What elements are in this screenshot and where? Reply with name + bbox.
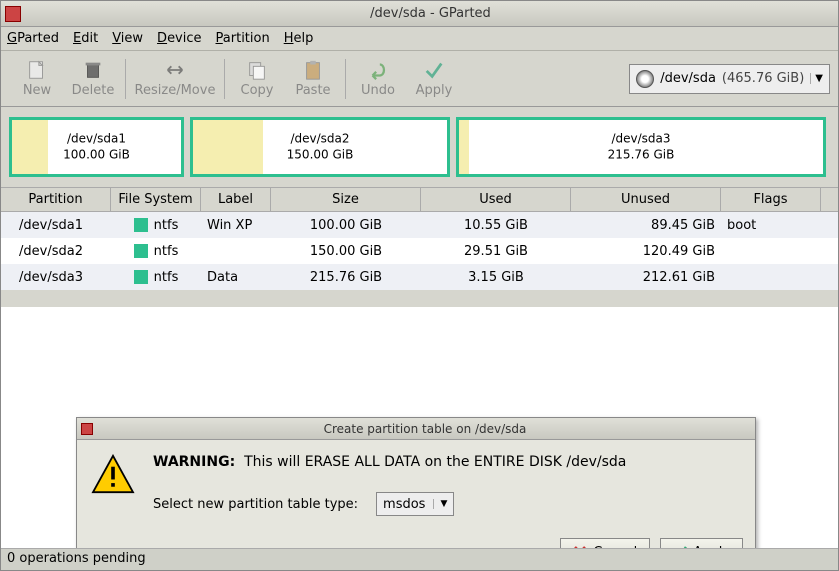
table-row[interactable]: /dev/sda3ntfsData215.76 GiB3.15 GiB212.6… <box>1 264 838 290</box>
col-unused[interactable]: Unused <box>571 188 721 211</box>
used-region <box>193 120 263 174</box>
col-filesystem[interactable]: File System <box>111 188 201 211</box>
cell-label: Win XP <box>201 218 271 233</box>
fs-swatch <box>134 218 148 232</box>
cell-filesystem: ntfs <box>111 244 201 259</box>
partition-block-label: /dev/sda3215.76 GiB <box>608 131 675 162</box>
separator <box>224 59 225 99</box>
toolbar: New Delete Resize/Move Copy Paste Undo A… <box>1 51 838 107</box>
status-text: 0 operations pending <box>7 551 146 566</box>
cell-size: 100.00 GiB <box>271 218 421 233</box>
partition-table-type-select[interactable]: msdos ▼ <box>376 492 454 516</box>
used-region <box>459 120 469 174</box>
window-title: /dev/sda - GParted <box>27 6 834 21</box>
cell-used: 3.15 GiB <box>421 270 571 285</box>
cell-unused: 120.49 GiB <box>571 244 721 259</box>
separator <box>125 59 126 99</box>
main-titlebar: /dev/sda - GParted <box>1 1 838 27</box>
col-partition[interactable]: Partition <box>1 188 111 211</box>
apply-button[interactable]: Apply <box>406 55 462 103</box>
cell-flags: boot <box>721 218 821 233</box>
cell-size: 215.76 GiB <box>271 270 421 285</box>
menu-view[interactable]: View <box>112 31 143 46</box>
chevron-down-icon: ▼ <box>810 73 823 84</box>
partition-block-label: /dev/sda1100.00 GiB <box>63 131 130 162</box>
new-button[interactable]: New <box>9 55 65 103</box>
cell-used: 10.55 GiB <box>421 218 571 233</box>
used-region <box>12 120 48 174</box>
resize-button[interactable]: Resize/Move <box>130 55 220 103</box>
undo-button[interactable]: Undo <box>350 55 406 103</box>
app-icon <box>5 6 21 22</box>
warning-icon <box>91 454 135 494</box>
status-bar: 0 operations pending <box>1 548 838 570</box>
paste-button[interactable]: Paste <box>285 55 341 103</box>
cell-filesystem: ntfs <box>111 270 201 285</box>
partition-map: /dev/sda1100.00 GiB/dev/sda2150.00 GiB/d… <box>1 107 838 187</box>
device-selector[interactable]: /dev/sda (465.76 GiB) ▼ <box>629 64 830 94</box>
separator <box>345 59 346 99</box>
cell-size: 150.00 GiB <box>271 244 421 259</box>
cell-unused: 212.61 GiB <box>571 270 721 285</box>
paste-icon <box>302 59 324 81</box>
copy-button[interactable]: Copy <box>229 55 285 103</box>
fs-swatch <box>134 270 148 284</box>
partition-list: /dev/sda1ntfsWin XP100.00 GiB10.55 GiB89… <box>1 212 838 290</box>
chevron-down-icon: ▼ <box>433 499 447 509</box>
warning-text: WARNING: This will ERASE ALL DATA on the… <box>153 454 737 470</box>
partition-block-label: /dev/sda2150.00 GiB <box>287 131 354 162</box>
copy-icon <box>246 59 268 81</box>
partition-block[interactable]: /dev/sda3215.76 GiB <box>456 117 826 177</box>
apply-button[interactable]: Apply <box>660 538 743 548</box>
app-icon <box>81 423 93 435</box>
menu-help[interactable]: Help <box>284 31 314 46</box>
create-partition-table-dialog: Create partition table on /dev/sda WARNI… <box>76 417 756 548</box>
apply-icon <box>423 59 445 81</box>
cell-partition: /dev/sda1 <box>1 218 111 233</box>
delete-button[interactable]: Delete <box>65 55 121 103</box>
selected-type: msdos <box>383 497 425 512</box>
table-row[interactable]: /dev/sda1ntfsWin XP100.00 GiB10.55 GiB89… <box>1 212 838 238</box>
disk-icon <box>636 70 654 88</box>
undo-icon <box>367 59 389 81</box>
col-size[interactable]: Size <box>271 188 421 211</box>
partition-list-header: Partition File System Label Size Used Un… <box>1 187 838 212</box>
partition-block[interactable]: /dev/sda1100.00 GiB <box>9 117 184 177</box>
select-type-label: Select new partition table type: <box>153 497 358 512</box>
col-used[interactable]: Used <box>421 188 571 211</box>
resize-icon <box>164 59 186 81</box>
dialog-titlebar: Create partition table on /dev/sda <box>77 418 755 440</box>
dialog-title: Create partition table on /dev/sda <box>99 422 751 436</box>
device-size: (465.76 GiB) <box>722 71 804 86</box>
cell-filesystem: ntfs <box>111 218 201 233</box>
menu-edit[interactable]: Edit <box>73 31 98 46</box>
menu-device[interactable]: Device <box>157 31 201 46</box>
cell-partition: /dev/sda2 <box>1 244 111 259</box>
cell-used: 29.51 GiB <box>421 244 571 259</box>
menu-partition[interactable]: Partition <box>216 31 270 46</box>
cell-unused: 89.45 GiB <box>571 218 721 233</box>
col-flags[interactable]: Flags <box>721 188 821 211</box>
cancel-button[interactable]: Cancel <box>560 538 650 548</box>
menu-gparted[interactable]: GParted <box>7 31 59 46</box>
partition-block[interactable]: /dev/sda2150.00 GiB <box>190 117 450 177</box>
menubar: GParted Edit View Device Partition Help <box>1 27 838 51</box>
device-name: /dev/sda <box>660 71 716 86</box>
new-icon <box>26 59 48 81</box>
fs-swatch <box>134 244 148 258</box>
cancel-icon <box>573 545 587 548</box>
delete-icon <box>82 59 104 81</box>
col-label[interactable]: Label <box>201 188 271 211</box>
table-row[interactable]: /dev/sda2ntfs 150.00 GiB29.51 GiB120.49 G… <box>1 238 838 264</box>
apply-icon <box>673 545 687 548</box>
cell-partition: /dev/sda3 <box>1 270 111 285</box>
cell-label: Data <box>201 270 271 285</box>
